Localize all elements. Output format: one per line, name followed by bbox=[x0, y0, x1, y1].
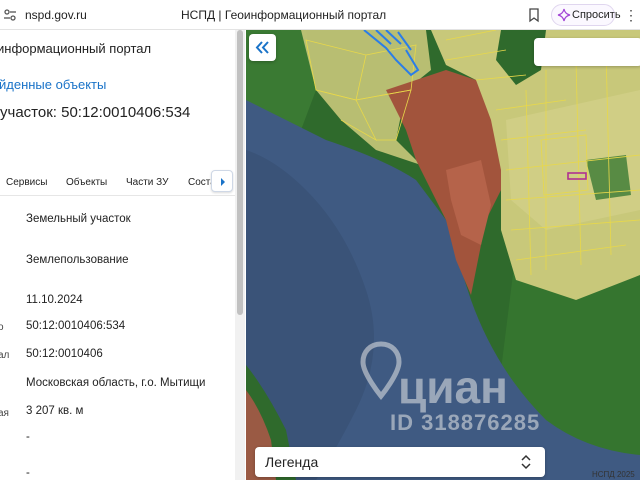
double-chevron-left-icon bbox=[255, 41, 269, 54]
more-icon[interactable]: ⋮ bbox=[624, 4, 638, 26]
property-address: Московская область, г.о. Мытищи bbox=[26, 377, 206, 389]
sort-chevron-icon bbox=[521, 454, 531, 470]
map-view[interactable]: циан ID 318876285 НСПД 2025 bbox=[246, 30, 640, 480]
property-empty-value: - bbox=[26, 467, 30, 479]
tab-title: НСПД | Геоинформационный портал bbox=[181, 8, 387, 22]
portal-title: информационный портал bbox=[0, 41, 152, 56]
chevron-right-icon bbox=[221, 178, 225, 186]
collapse-panel-button[interactable] bbox=[249, 34, 276, 61]
found-objects-link[interactable]: йденные объекты bbox=[0, 77, 106, 92]
map-search-box[interactable] bbox=[534, 38, 640, 66]
property-cadastral-quarter: 50:12:0010406 bbox=[26, 348, 103, 360]
info-tabs: Сервисы Объекты Части ЗУ Соста bbox=[0, 168, 235, 196]
tabs-scroll-right-button[interactable] bbox=[211, 170, 233, 192]
property-area: 3 207 кв. м bbox=[26, 405, 84, 417]
scrollbar-thumb[interactable] bbox=[237, 30, 243, 315]
bookmark-icon[interactable] bbox=[527, 7, 541, 23]
legend-label: Легенда bbox=[265, 454, 319, 470]
property-object-type: Земельный участок bbox=[26, 213, 131, 225]
property-label: ая bbox=[0, 408, 9, 419]
ask-button-label: Спросить bbox=[572, 9, 621, 21]
ask-button[interactable]: Спросить bbox=[551, 4, 621, 26]
property-cadastral-number: 50:12:0010406:534 bbox=[26, 320, 126, 332]
map-credit: НСПД 2025 bbox=[592, 470, 635, 479]
watermark-brand: циан bbox=[398, 361, 508, 413]
object-info-panel: информационный портал йденные объекты уч… bbox=[0, 30, 246, 480]
sparkle-icon bbox=[557, 8, 571, 22]
property-date: 11.10.2024 bbox=[26, 294, 83, 306]
tab-objects[interactable]: Объекты bbox=[66, 177, 107, 188]
tab-parcel-parts[interactable]: Части ЗУ bbox=[126, 177, 168, 188]
property-label: ал bbox=[0, 350, 10, 361]
address-bar-url[interactable]: nspd.gov.ru bbox=[25, 8, 87, 22]
panel-scrollbar[interactable] bbox=[235, 30, 245, 480]
property-land-type: Землепользование bbox=[26, 254, 129, 266]
property-empty-value: - bbox=[26, 431, 30, 443]
site-info-icon[interactable] bbox=[2, 7, 18, 23]
parcel-title: участок: 50:12:0010406:534 bbox=[0, 104, 191, 121]
legend-dropdown[interactable]: Легенда bbox=[255, 447, 545, 477]
tab-services[interactable]: Сервисы bbox=[6, 177, 47, 188]
property-label: о bbox=[0, 322, 4, 333]
browser-toolbar: nspd.gov.ru НСПД | Геоинформационный пор… bbox=[0, 0, 640, 30]
watermark-id: ID 318876285 bbox=[390, 410, 541, 435]
